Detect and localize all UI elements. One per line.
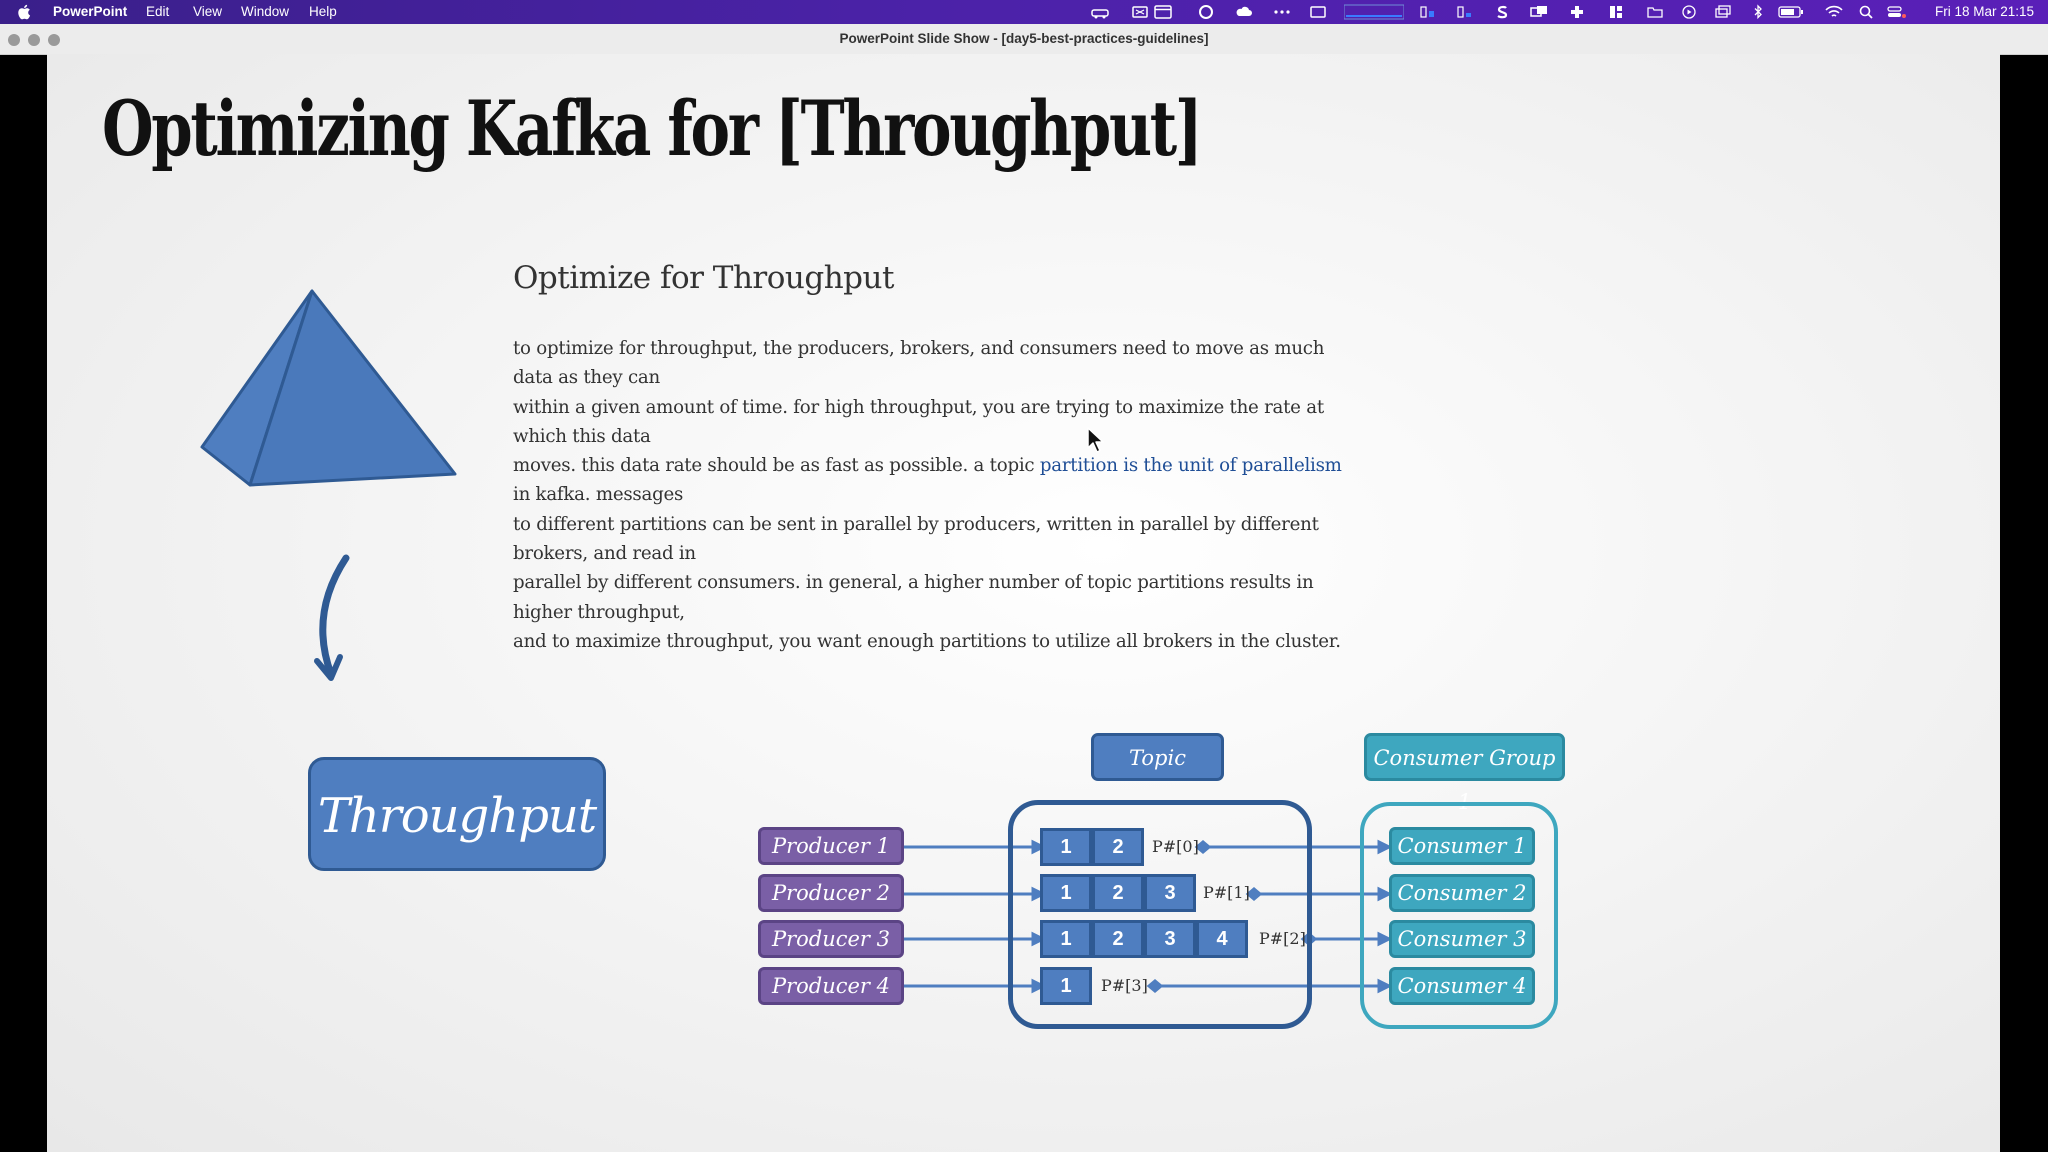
topic-header: Topic	[1091, 733, 1224, 781]
slide-canvas[interactable]: Optimizing Kafka for [Throughput] Optimi…	[47, 54, 2000, 1152]
producer-1: Producer 1	[758, 827, 904, 865]
throughput-label: Throughput	[317, 788, 597, 844]
menu-window[interactable]: Window	[241, 4, 289, 19]
mouse-cursor-icon	[1087, 427, 1104, 453]
partition-1-cell: 2	[1092, 874, 1144, 912]
partition-0-label: P#[0]	[1152, 837, 1199, 856]
memory-icon[interactable]	[1418, 4, 1438, 20]
menu-bar: PowerPoint Edit View Window Help Fri 18 …	[0, 0, 2048, 24]
body-line: parallel by different consumers. in gene…	[513, 572, 1314, 623]
consumer-3: Consumer 3	[1389, 920, 1535, 958]
slide-subtitle: Optimize for Throughput	[513, 260, 894, 296]
partition-1-label: P#[1]	[1203, 883, 1250, 902]
plus-app-icon[interactable]	[1567, 4, 1587, 20]
car-icon[interactable]	[1090, 4, 1110, 20]
partition-2-label: P#[2]	[1259, 929, 1306, 948]
throughput-box: Throughput	[308, 757, 606, 871]
slide-body-text: to optimize for throughput, the producer…	[513, 334, 1358, 656]
body-line: to optimize for throughput, the producer…	[513, 338, 1325, 389]
folder-icon[interactable]	[1645, 4, 1665, 20]
apple-menu-icon[interactable]	[16, 3, 34, 21]
consumer-group-header: Consumer Group 1	[1364, 733, 1565, 814]
s-app-icon[interactable]	[1492, 4, 1512, 20]
menu-view[interactable]: View	[193, 4, 222, 19]
windows-icon[interactable]	[1713, 4, 1733, 20]
body-line-part: moves. this data rate should be as fast …	[513, 455, 1040, 477]
partition-0-cell: 2	[1092, 828, 1144, 866]
more-dots-icon[interactable]	[1272, 4, 1292, 20]
display-icon[interactable]	[1308, 4, 1328, 20]
grid-app-icon[interactable]	[1606, 4, 1626, 20]
body-line: within a given amount of time. for high …	[513, 396, 1324, 447]
play-icon[interactable]	[1679, 4, 1699, 20]
body-line: and to maximize throughput, you want eno…	[513, 630, 1341, 652]
partition-0-cell: 1	[1040, 828, 1092, 866]
menubar-clock[interactable]: Fri 18 Mar 21:15	[1935, 4, 2034, 19]
partition-3-label: P#[3]	[1101, 976, 1148, 995]
disk-icon[interactable]	[1455, 4, 1475, 20]
parallelism-link[interactable]: partition is the unit of parallelism	[1040, 455, 1342, 476]
grammarly-icon[interactable]	[1196, 4, 1216, 20]
partition-2-cell: 1	[1040, 920, 1092, 958]
consumer-1: Consumer 1	[1389, 827, 1535, 865]
wifi-icon[interactable]	[1824, 4, 1844, 20]
browser-window-icon[interactable]	[1153, 4, 1173, 20]
partition-3-cell: 1	[1040, 967, 1092, 1005]
network-graph-icon[interactable]	[1343, 4, 1405, 20]
producer-2: Producer 2	[758, 874, 904, 912]
partition-1-cell: 1	[1040, 874, 1092, 912]
remote-desktop-icon[interactable]	[1529, 4, 1549, 20]
battery-icon[interactable]	[1778, 4, 1804, 20]
producer-3: Producer 3	[758, 920, 904, 958]
screen-capture-icon[interactable]	[1130, 4, 1150, 20]
window-titlebar: PowerPoint Slide Show - [day5-best-pract…	[0, 24, 2048, 55]
bluetooth-icon[interactable]	[1748, 4, 1768, 20]
producer-4: Producer 4	[758, 967, 904, 1005]
cloud-icon[interactable]	[1234, 4, 1254, 20]
curved-down-arrow	[314, 554, 350, 681]
menu-help[interactable]: Help	[309, 4, 337, 19]
pyramid-shape	[200, 289, 457, 487]
partition-1-cell: 3	[1144, 874, 1196, 912]
window-title: PowerPoint Slide Show - [day5-best-pract…	[839, 31, 1209, 46]
search-icon[interactable]	[1857, 4, 1877, 20]
body-line: moves. this data rate should be as fast …	[513, 451, 1358, 510]
partition-2-cell: 2	[1092, 920, 1144, 958]
control-center-icon[interactable]	[1886, 4, 1906, 20]
menu-app-name[interactable]: PowerPoint	[53, 4, 127, 19]
partition-2-cell: 4	[1196, 920, 1248, 958]
consumer-4: Consumer 4	[1389, 967, 1535, 1005]
slide-title: Optimizing Kafka for [Throughput]	[102, 84, 1203, 173]
consumer-2: Consumer 2	[1389, 874, 1535, 912]
body-line-part: in kafka. messages	[513, 484, 684, 506]
partition-2-cell: 3	[1144, 920, 1196, 958]
body-line: to different partitions can be sent in p…	[513, 513, 1319, 565]
menu-edit[interactable]: Edit	[146, 4, 169, 19]
